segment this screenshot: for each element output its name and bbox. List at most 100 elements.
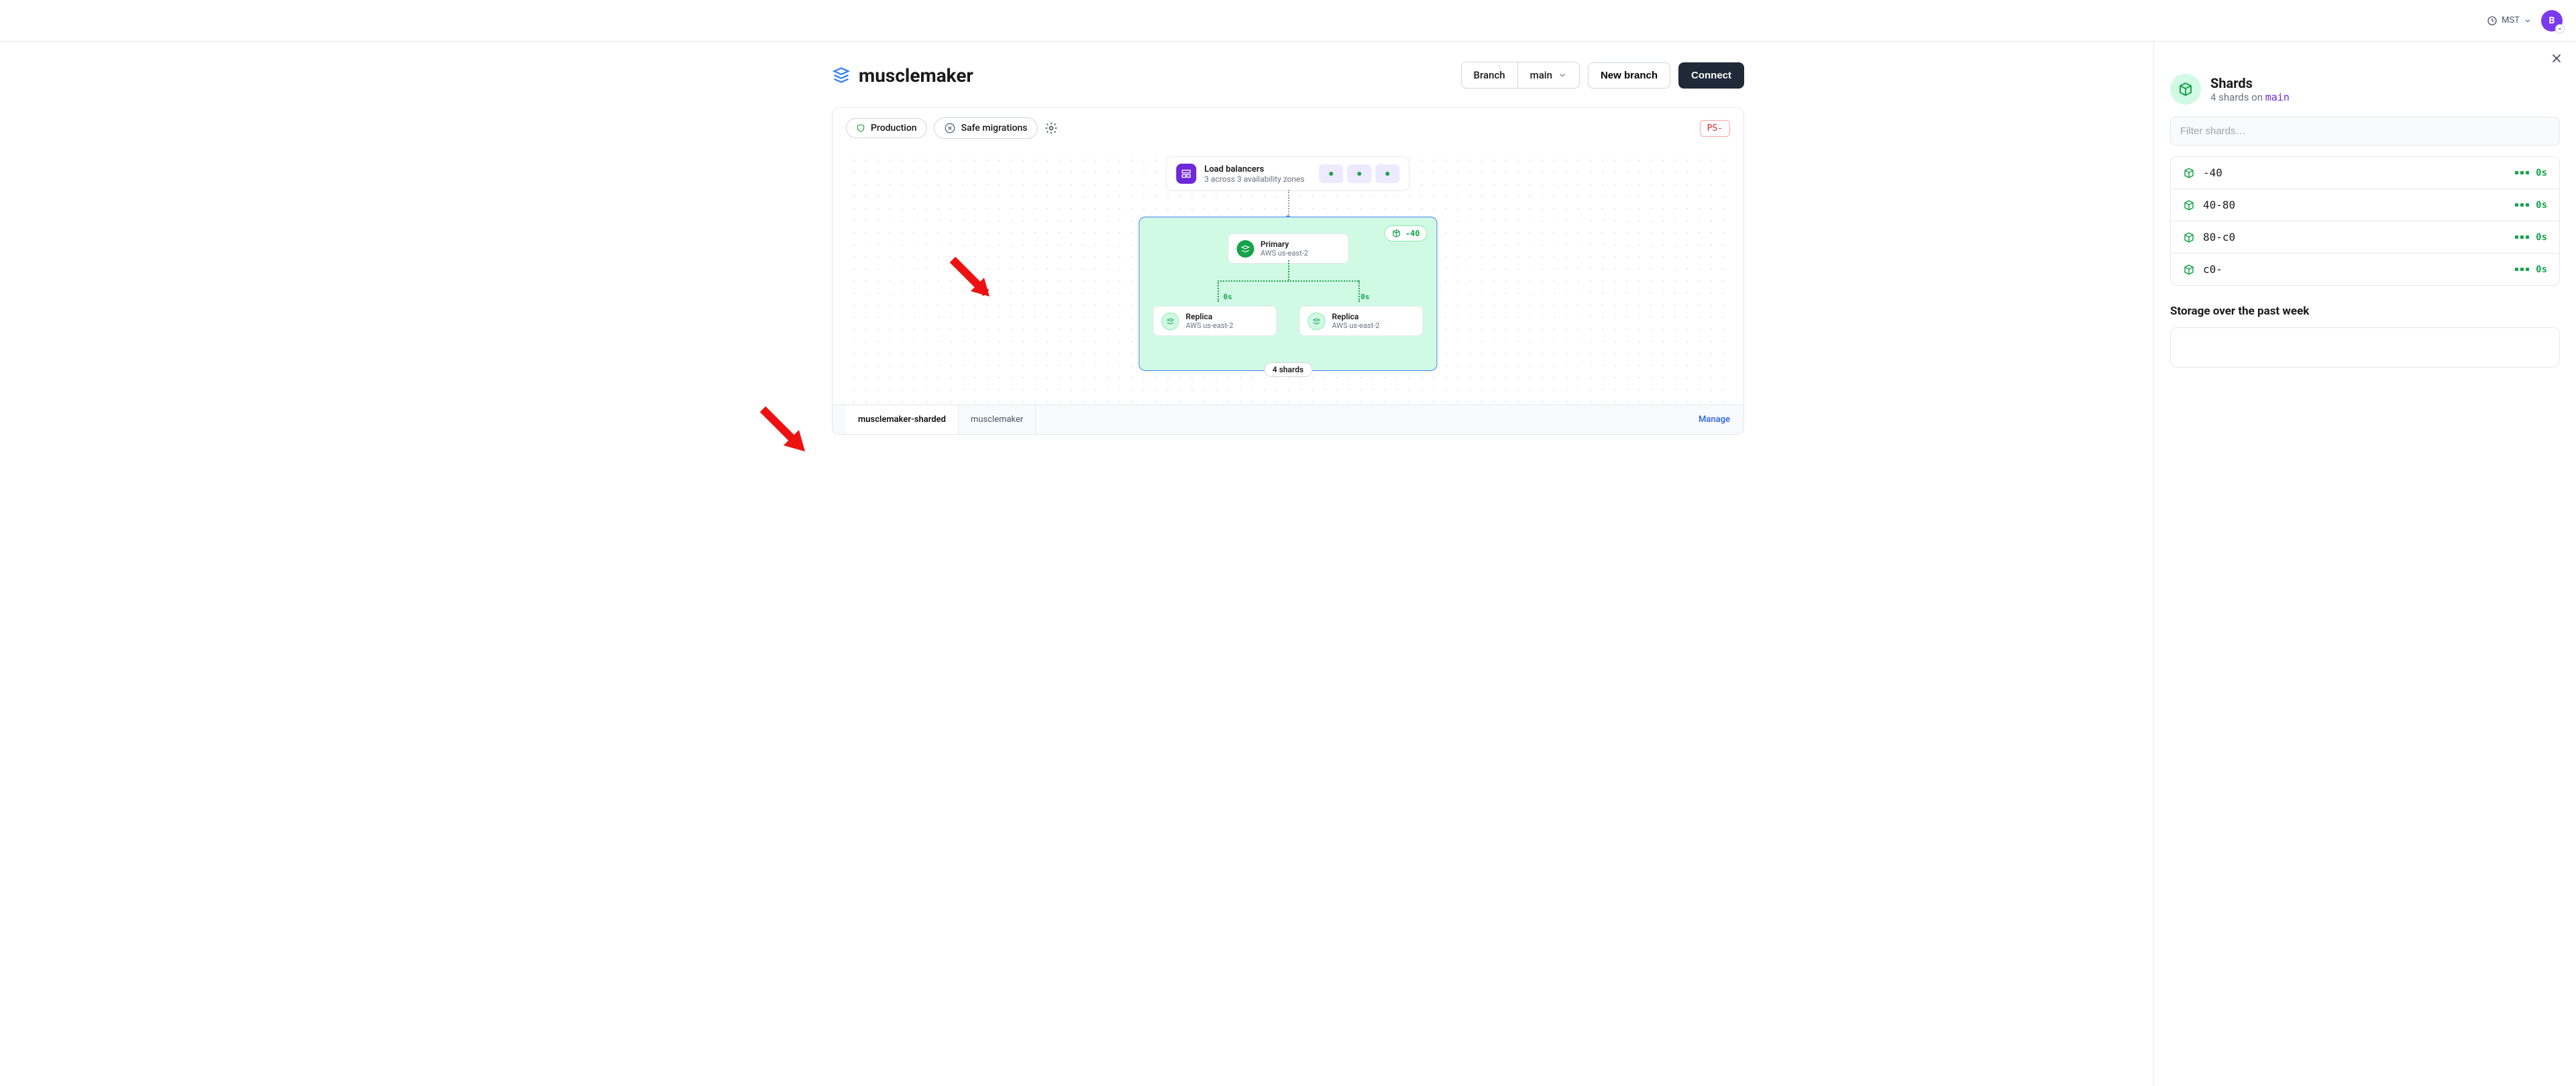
shard-latency: 0s	[2536, 232, 2547, 243]
cube-icon	[2183, 199, 2195, 211]
database-icon	[832, 66, 851, 85]
cube-icon	[2183, 167, 2195, 179]
chips-left: Production Safe migrations	[846, 117, 1058, 139]
ps-chip[interactable]: PS-	[1700, 120, 1730, 137]
card-footer: musclemaker-sharded musclemaker Manage	[833, 404, 1743, 434]
replica-2-latency: 0s	[1360, 292, 1369, 301]
lb-status-2	[1348, 164, 1372, 183]
x-circle-icon	[944, 122, 956, 134]
primary-title: Primary	[1260, 239, 1308, 249]
main-container: musclemaker Branch main New branch Conne…	[792, 42, 1784, 435]
shard-box[interactable]: -40 Primary AWS us-east-2 0s 0s	[1139, 217, 1438, 371]
connector-line	[1218, 280, 1358, 282]
status-dots-icon	[2515, 171, 2529, 174]
replica-node-icon	[1308, 313, 1326, 330]
primary-node[interactable]: Primary AWS us-east-2	[1228, 233, 1348, 264]
replica-2-text: Replica AWS us-east-2	[1332, 312, 1380, 330]
architecture-canvas: Load balancers 3 across 3 availability z…	[843, 150, 1733, 404]
annotation-arrow	[2153, 121, 2165, 178]
chevron-down-icon	[2557, 26, 2563, 32]
filter-shards-input[interactable]	[2170, 117, 2560, 146]
branch-selector[interactable]: Branch main	[1461, 62, 1580, 89]
shard-row-left: -40	[2183, 166, 2222, 179]
annotation-arrow	[759, 406, 820, 466]
connector-line	[1358, 280, 1360, 302]
panel-header-text: Shards 4 shards on main	[2210, 75, 2290, 103]
load-balancer-icon	[1176, 164, 1196, 184]
status-dot-icon	[1358, 172, 1362, 176]
close-button[interactable]	[2549, 51, 2564, 68]
clock-icon	[2487, 15, 2498, 26]
lb-status-3	[1376, 164, 1400, 183]
lb-status-group	[1320, 164, 1400, 183]
page-title: musclemaker	[859, 64, 973, 87]
gear-icon[interactable]	[1044, 121, 1058, 135]
timezone-selector[interactable]: MST	[2487, 15, 2532, 26]
status-dot-icon	[1330, 172, 1334, 176]
keyspace-tab-sharded[interactable]: musclemaker-sharded	[846, 405, 959, 434]
replica-1-latency: 0s	[1224, 292, 1232, 301]
panel-header: Shards 4 shards on main	[2170, 74, 2560, 105]
shard-list: -40 0s 40-80 0s 80-c0 0s	[2170, 156, 2560, 286]
manage-link[interactable]: Manage	[1699, 415, 1730, 425]
shard-row-left: 40-80	[2183, 199, 2235, 211]
shard-row-right: 0s	[2515, 168, 2547, 178]
keyspace-tabs: musclemaker-sharded musclemaker	[846, 405, 1036, 434]
replica-node-2[interactable]: Replica AWS us-east-2	[1299, 306, 1424, 336]
load-balancer-box[interactable]: Load balancers 3 across 3 availability z…	[1166, 156, 1409, 191]
shard-row-right: 0s	[2515, 200, 2547, 211]
panel-icon	[2170, 74, 2201, 105]
avatar-initial: B	[2549, 15, 2555, 26]
shard-latency: 0s	[2536, 200, 2547, 211]
safe-migrations-label: Safe migrations	[961, 123, 1028, 133]
chevron-down-icon	[2524, 17, 2532, 25]
shard-latency: 0s	[2536, 168, 2547, 178]
replica-node-1[interactable]: Replica AWS us-east-2	[1153, 306, 1277, 336]
shard-name: c0-	[2203, 263, 2222, 276]
shard-row[interactable]: -40 0s	[2171, 157, 2559, 188]
panel-sub-prefix: 4 shards on	[2210, 91, 2265, 103]
cube-icon	[2183, 264, 2195, 276]
branch-dropdown[interactable]: main	[1517, 62, 1579, 88]
shard-name: 80-c0	[2203, 231, 2235, 243]
storage-section-title: Storage over the past week	[2170, 305, 2560, 318]
shard-tag-label: -40	[1405, 229, 1420, 238]
replica-1-region: AWS us-east-2	[1186, 321, 1234, 330]
connector-line	[1288, 260, 1289, 280]
layers-icon	[1240, 244, 1250, 254]
new-branch-button[interactable]: New branch	[1588, 62, 1670, 89]
keyspace-tab-unsharded[interactable]: musclemaker	[959, 405, 1036, 434]
shard-row-right: 0s	[2515, 264, 2547, 275]
lb-status-1	[1320, 164, 1344, 183]
shard-name: -40	[2203, 166, 2222, 179]
primary-node-icon	[1236, 240, 1254, 258]
user-avatar[interactable]: B	[2541, 10, 2563, 32]
replica-1-title: Replica	[1186, 312, 1234, 321]
status-dots-icon	[2515, 268, 2529, 271]
safe-migrations-chip[interactable]: Safe migrations	[934, 117, 1038, 139]
replica-2-region: AWS us-east-2	[1332, 321, 1380, 330]
branch-value: main	[1530, 69, 1552, 81]
cube-icon	[2178, 81, 2194, 97]
shard-name: 40-80	[2203, 199, 2235, 211]
layers-icon	[1313, 317, 1321, 325]
connector-line	[1288, 190, 1289, 217]
status-dot-icon	[1386, 172, 1390, 176]
shard-row[interactable]: 40-80 0s	[2171, 188, 2559, 221]
close-icon	[2549, 51, 2564, 66]
shard-count-badge: 4 shards	[1264, 362, 1312, 377]
storage-card	[2170, 327, 2560, 368]
production-label: Production	[871, 123, 917, 133]
topbar: MST B	[0, 0, 2576, 42]
connect-button[interactable]: Connect	[1678, 62, 1744, 89]
production-chip[interactable]: Production	[846, 118, 927, 138]
architecture-card: Production Safe migrations PS- Load	[832, 107, 1744, 435]
page-header: musclemaker Branch main New branch Conne…	[832, 62, 1744, 89]
cube-icon	[1392, 229, 1401, 238]
shard-row[interactable]: c0- 0s	[2171, 253, 2559, 285]
shard-row[interactable]: 80-c0 0s	[2171, 221, 2559, 253]
timezone-label: MST	[2502, 15, 2520, 25]
primary-region: AWS us-east-2	[1260, 249, 1308, 258]
replica-node-icon	[1162, 313, 1179, 330]
shard-row-left: c0-	[2183, 263, 2222, 276]
